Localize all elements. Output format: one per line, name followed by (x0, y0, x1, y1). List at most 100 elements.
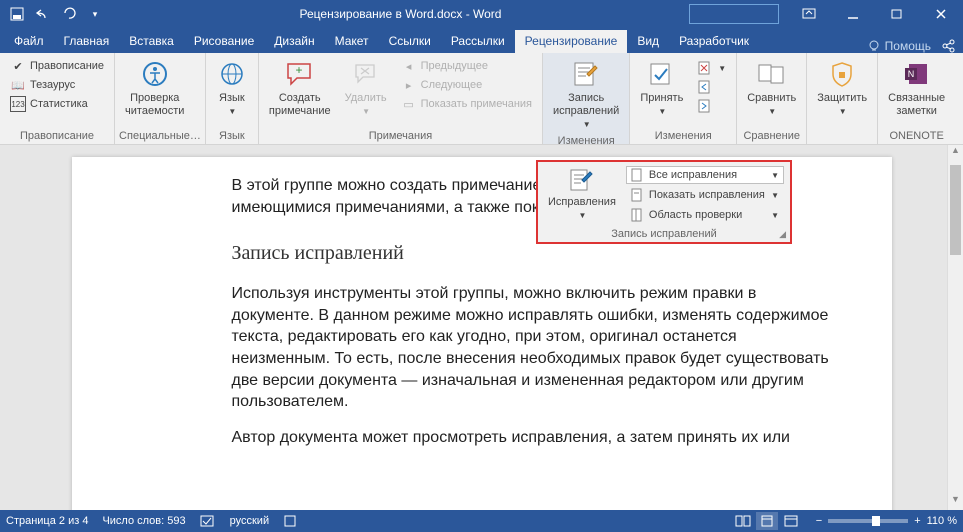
shield-icon (826, 58, 858, 90)
reviewing-pane-dropdown[interactable]: Область проверки▼ (626, 206, 784, 224)
quick-access-toolbar: ▾ (0, 3, 112, 25)
vertical-scrollbar[interactable]: ▲ ▼ (947, 145, 963, 510)
callout-track-button[interactable]: Исправления▼ (544, 166, 620, 223)
tab-developer[interactable]: Разработчик (669, 30, 759, 53)
track-icon (568, 168, 596, 194)
tab-draw[interactable]: Рисование (184, 30, 264, 53)
ribbon: ✔Правописание 📖 Тезаурус 123Статистика Пр… (0, 53, 963, 145)
scroll-thumb[interactable] (950, 165, 961, 255)
tab-review[interactable]: Рецензирование (515, 30, 628, 53)
thesaurus-button[interactable]: 📖 Тезаурус (8, 76, 106, 94)
word-count[interactable]: Число слов: 593 (102, 515, 185, 527)
zoom-in-button[interactable]: + (914, 515, 920, 527)
share-button[interactable] (941, 39, 955, 53)
svg-text:N: N (907, 69, 914, 79)
macro-status[interactable] (283, 514, 297, 528)
zoom-out-button[interactable]: − (816, 515, 822, 527)
view-buttons (732, 512, 802, 530)
zoom-thumb[interactable] (872, 516, 880, 526)
status-bar: Страница 2 из 4 Число слов: 593 русский … (0, 510, 963, 532)
lightbulb-icon (867, 39, 881, 53)
spell-check-status[interactable] (200, 514, 216, 528)
chevron-down-icon: ▼ (839, 107, 847, 117)
next-change-button[interactable] (695, 97, 728, 115)
accept-button[interactable]: Принять▼ (634, 55, 689, 120)
tab-insert[interactable]: Вставка (119, 30, 184, 53)
next-icon: ▸ (401, 77, 417, 93)
next-change-icon (697, 98, 713, 114)
prev-icon: ◂ (401, 58, 417, 74)
scroll-down-button[interactable]: ▼ (948, 494, 963, 510)
tab-design[interactable]: Дизайн (264, 30, 324, 53)
group-compare: Сравнить▼ Сравнение (737, 53, 807, 144)
new-comment-button[interactable]: + Создать примечание (263, 55, 337, 121)
display-mode-dropdown[interactable]: Все исправления▼ (626, 166, 784, 184)
web-layout-button[interactable] (780, 512, 802, 530)
spelling-button[interactable]: ✔Правописание (8, 57, 106, 75)
track-icon (570, 58, 602, 90)
book-icon: 📖 (10, 77, 26, 93)
chevron-down-icon: ▼ (583, 120, 591, 130)
accessibility-check-button[interactable]: Проверка читаемости (119, 55, 190, 121)
onenote-button[interactable]: N Связанные заметки (882, 55, 951, 121)
minimize-button[interactable] (831, 0, 875, 28)
tab-mailings[interactable]: Рассылки (441, 30, 515, 53)
qat-customize[interactable]: ▾ (84, 3, 106, 25)
reject-button[interactable]: ▼ (695, 59, 728, 77)
group-accessibility-label: Специальные… (119, 128, 201, 144)
chevron-down-icon: ▼ (771, 171, 779, 180)
page-indicator[interactable]: Страница 2 из 4 (6, 515, 88, 527)
compare-button[interactable]: Сравнить ▼ (741, 55, 802, 120)
pane-icon (631, 208, 645, 222)
onenote-icon: N (901, 58, 933, 90)
zoom-level[interactable]: 110 % (927, 515, 957, 527)
read-mode-button[interactable] (732, 512, 754, 530)
delete-icon (350, 58, 382, 90)
undo-button[interactable] (32, 3, 54, 25)
track-changes-button[interactable]: Запись исправлений▼ (547, 55, 625, 133)
tell-me[interactable]: Помощь (867, 39, 931, 53)
account-box[interactable] (689, 4, 779, 24)
page-icon (631, 188, 645, 202)
maximize-button[interactable] (875, 0, 919, 28)
zoom-slider[interactable] (828, 519, 908, 523)
stats-label: Статистика (30, 98, 88, 110)
group-accessibility: Проверка читаемости Специальные… (115, 53, 206, 144)
delete-comment-button[interactable]: Удалить▼ (339, 55, 393, 120)
accept-icon (646, 58, 678, 90)
print-layout-button[interactable] (756, 512, 778, 530)
language-button[interactable]: Язык▼ (210, 55, 254, 120)
globe-icon (216, 58, 248, 90)
document-area: В этой группе можно создать примечание,и… (0, 145, 963, 510)
title-bar: ▾ Рецензирование в Word.docx - Word (0, 0, 963, 28)
window-title: Рецензирование в Word.docx - Word (112, 7, 689, 21)
ribbon-options-button[interactable] (787, 0, 831, 28)
thesaurus-label: Тезаурус (30, 79, 75, 91)
show-markup-dropdown[interactable]: Показать исправления▼ (626, 186, 784, 204)
prev-change-button[interactable] (695, 78, 728, 96)
protect-button[interactable]: Защитить ▼ (811, 55, 873, 120)
tab-view[interactable]: Вид (627, 30, 669, 53)
compare-icon (756, 58, 788, 90)
accessibility-icon (139, 58, 171, 90)
prev-change-icon (697, 79, 713, 95)
tab-layout[interactable]: Макет (325, 30, 379, 53)
save-button[interactable] (6, 3, 28, 25)
redo-button[interactable] (58, 3, 80, 25)
close-button[interactable] (919, 0, 963, 28)
dialog-launcher-icon[interactable]: ◢ (779, 229, 786, 240)
chevron-down-icon: ▼ (768, 107, 776, 117)
tab-file[interactable]: Файл (4, 30, 54, 53)
tab-references[interactable]: Ссылки (379, 30, 441, 53)
scroll-up-button[interactable]: ▲ (948, 145, 963, 161)
protect-label: Защитить (817, 92, 867, 105)
chevron-down-icon: ▼ (771, 211, 779, 220)
tab-home[interactable]: Главная (54, 30, 120, 53)
compare-label: Сравнить (747, 92, 796, 105)
word-count-button[interactable]: 123Статистика (8, 95, 106, 113)
chevron-down-icon: ▼ (718, 64, 726, 73)
chevron-down-icon: ▼ (578, 211, 586, 221)
group-changes: Принять▼ ▼ Изменения (630, 53, 737, 144)
language-indicator[interactable]: русский (230, 515, 269, 527)
group-comments-label: Примечания (263, 128, 538, 144)
